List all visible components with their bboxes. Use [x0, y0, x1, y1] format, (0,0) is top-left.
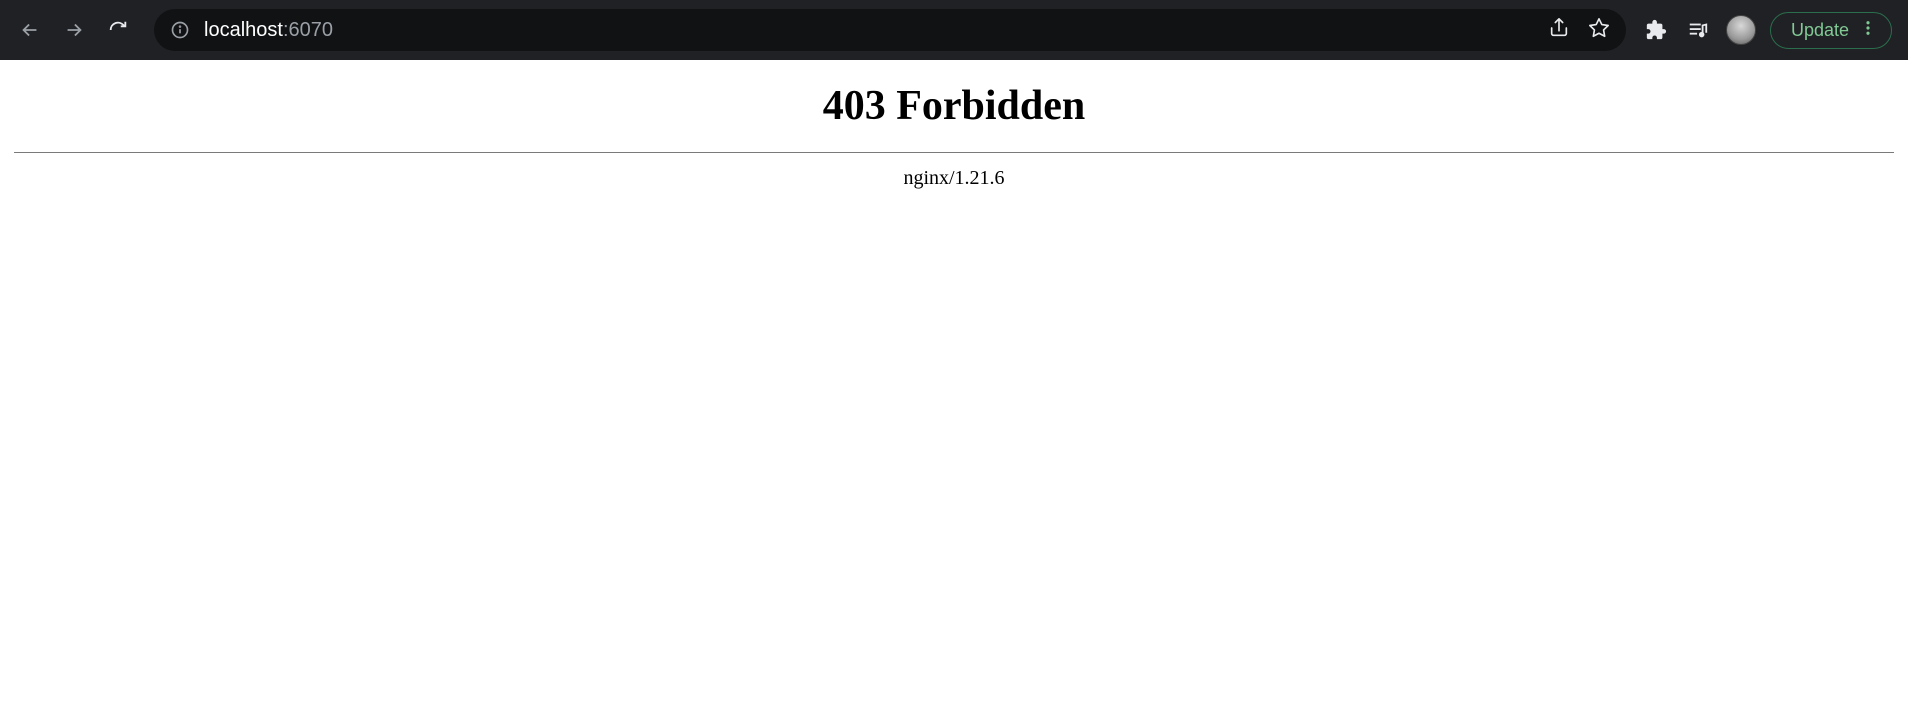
divider — [14, 152, 1894, 153]
toolbar-right: Update — [1642, 12, 1898, 49]
url-host: localhost — [204, 19, 283, 42]
nav-buttons — [10, 10, 138, 50]
info-icon — [170, 20, 190, 40]
back-button[interactable] — [10, 10, 50, 50]
page-content: 403 Forbidden nginx/1.21.6 — [0, 60, 1908, 206]
extensions-button[interactable] — [1642, 16, 1670, 44]
forward-button[interactable] — [54, 10, 94, 50]
browser-toolbar: localhost:6070 Update — [0, 0, 1908, 60]
dots-vertical-icon — [1859, 19, 1877, 37]
bookmark-button[interactable] — [1588, 17, 1610, 44]
address-bar[interactable]: localhost:6070 — [154, 9, 1626, 51]
update-button[interactable]: Update — [1770, 12, 1892, 49]
music-list-icon — [1687, 19, 1709, 41]
media-control-button[interactable] — [1684, 16, 1712, 44]
star-icon — [1588, 17, 1610, 39]
address-bar-actions — [1548, 17, 1610, 44]
arrow-left-icon — [19, 19, 41, 41]
profile-avatar[interactable] — [1726, 15, 1756, 45]
update-label: Update — [1791, 20, 1849, 41]
site-info-button[interactable] — [170, 20, 190, 40]
url-port: :6070 — [283, 19, 333, 42]
share-icon — [1548, 17, 1570, 39]
share-button[interactable] — [1548, 17, 1570, 44]
browser-menu-button[interactable] — [1859, 19, 1877, 42]
url-display[interactable]: localhost:6070 — [204, 19, 1534, 42]
reload-button[interactable] — [98, 10, 138, 50]
puzzle-icon — [1645, 19, 1667, 41]
reload-icon — [107, 19, 129, 41]
server-version: nginx/1.21.6 — [10, 167, 1898, 190]
error-heading: 403 Forbidden — [10, 82, 1898, 130]
arrow-right-icon — [63, 19, 85, 41]
